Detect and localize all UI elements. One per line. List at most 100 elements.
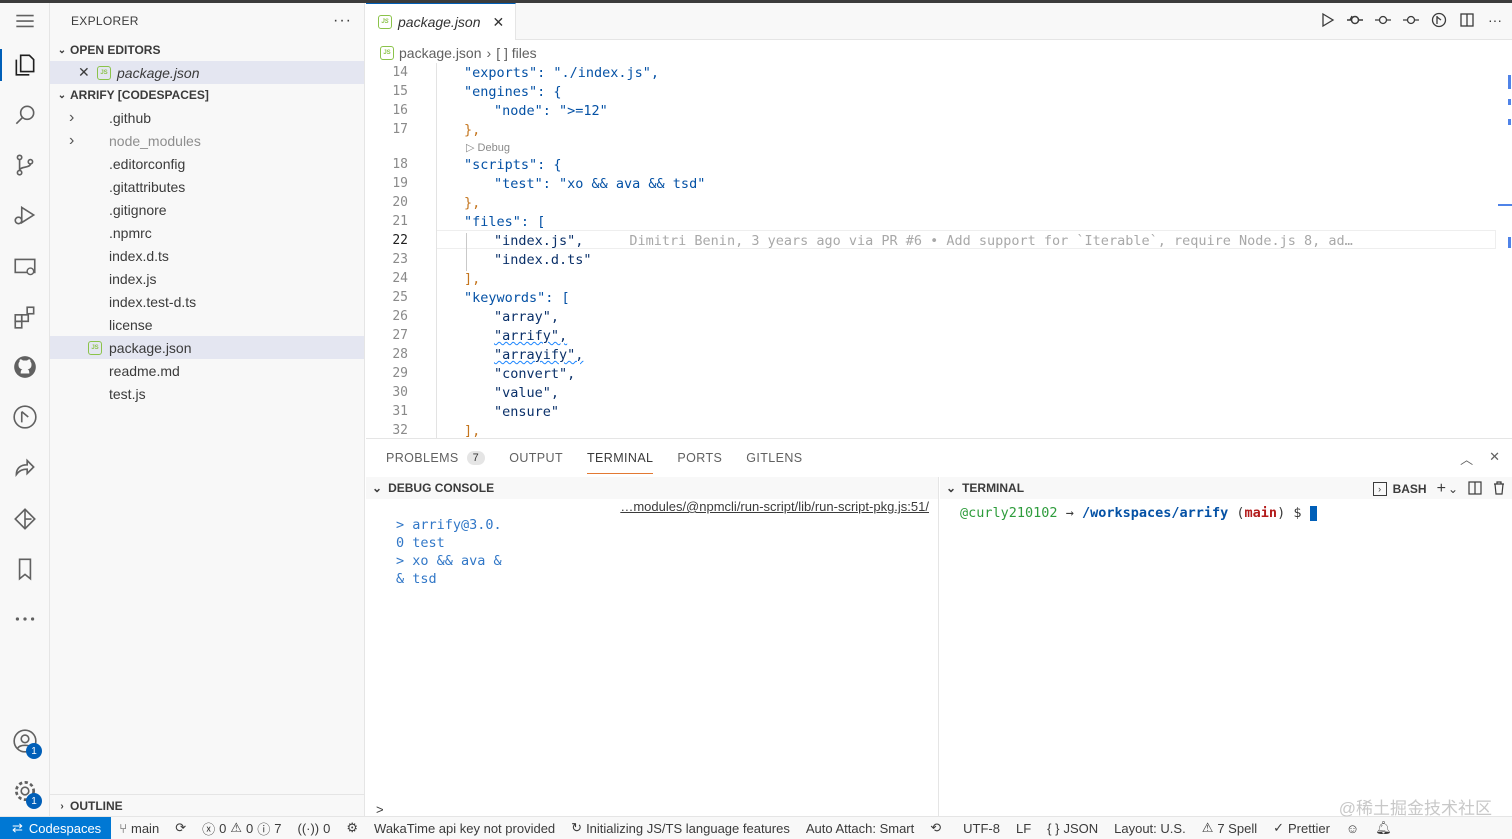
file-item[interactable]: .editorconfig — [50, 152, 364, 175]
terminal-shell-label[interactable]: BASH — [1393, 482, 1427, 496]
history-status[interactable]: ⟲ — [922, 820, 949, 836]
tree-item-label: index.js — [109, 270, 157, 287]
git-commit-icon[interactable] — [1346, 11, 1364, 29]
ports-status[interactable]: ((·)) 0 — [289, 821, 338, 836]
split-editor-icon[interactable] — [1458, 11, 1476, 29]
ts-status[interactable]: ↻ Initializing JS/TS language features — [563, 820, 798, 836]
explorer-sidebar: EXPLORER ··· ⌄ OPEN EDITORS ✕ JS package… — [50, 3, 365, 816]
open-editor-item[interactable]: ✕ JS package.json — [50, 61, 364, 84]
debug-source-link[interactable]: …modules/@npmcli/run-script/lib/run-scri… — [620, 499, 929, 514]
menu-icon[interactable] — [0, 3, 50, 39]
source-control-icon[interactable] — [0, 145, 50, 185]
gitlens-icon[interactable] — [0, 499, 50, 539]
warning-icon: ⚠ — [230, 820, 242, 835]
git-next-icon[interactable] — [1402, 11, 1420, 29]
eol-status[interactable]: LF — [1008, 821, 1039, 836]
debug-console-input[interactable]: > — [376, 802, 384, 817]
run-debug-icon[interactable] — [0, 195, 50, 235]
file-item[interactable]: index.d.ts — [50, 244, 364, 267]
keyboard-layout-status[interactable]: Layout: U.S. — [1106, 821, 1194, 836]
wakatime-status[interactable]: WakaTime api key not provided — [366, 821, 563, 836]
encoding-status[interactable]: UTF-8 — [955, 821, 1008, 836]
code-line: "value", — [494, 385, 559, 401]
debug-console-header[interactable]: ⌄ DEBUG CONSOLE — [366, 477, 938, 499]
trash-icon[interactable] — [1492, 480, 1506, 498]
tab-terminal[interactable]: TERMINAL — [587, 451, 654, 474]
problems-status[interactable]: ⓧ 0 ⚠ 0 ⓘ 7 — [194, 819, 289, 838]
terminal-cwd: /workspaces/arrify — [1081, 505, 1229, 521]
breadcrumb-file[interactable]: package.json — [399, 45, 482, 61]
run-icon[interactable] — [1318, 11, 1336, 29]
more-icon[interactable] — [0, 599, 50, 639]
loading-icon: ↻ — [571, 820, 583, 835]
file-item[interactable]: .gitattributes — [50, 175, 364, 198]
new-terminal-icon[interactable]: + — [1437, 480, 1446, 498]
code-line: "scripts": { — [464, 157, 562, 173]
open-editors-header[interactable]: ⌄ OPEN EDITORS — [50, 39, 364, 61]
prettier-status[interactable]: ✓ Prettier — [1265, 820, 1338, 836]
tree-item-label: .npmrc — [109, 224, 152, 241]
terminal-dropdown-icon[interactable]: ⌄ — [1448, 482, 1458, 496]
split-terminal-icon[interactable] — [1468, 480, 1482, 498]
search-icon[interactable] — [0, 95, 50, 135]
file-item[interactable]: .npmrc — [50, 221, 364, 244]
file-item[interactable]: test.js — [50, 382, 364, 405]
extensions-icon[interactable] — [0, 297, 50, 337]
tab-package-json[interactable]: JS package.json ✕ — [366, 3, 516, 40]
debug-codelens[interactable]: ▷ Debug — [466, 141, 510, 154]
more-actions-icon[interactable]: ··· — [333, 12, 352, 30]
branch-status[interactable]: ⑂ main — [111, 821, 167, 836]
remote-indicator[interactable]: ⇄ Codespaces — [0, 816, 112, 839]
language-status[interactable]: { } JSON — [1039, 821, 1106, 836]
file-tree: › .github › node_modules .editorconfig .gitat… — [50, 106, 364, 405]
pull-requests-icon[interactable] — [0, 397, 50, 437]
remote-explorer-icon[interactable] — [0, 247, 50, 287]
explorer-icon[interactable] — [0, 45, 50, 85]
file-item[interactable]: .gitignore — [50, 198, 364, 221]
manage-gear-icon[interactable]: 1 — [0, 771, 50, 811]
workspace-header[interactable]: ⌄ ARRIFY [CODESPACES] — [50, 84, 364, 106]
breadcrumb-symbol[interactable]: [ ] files — [496, 45, 536, 61]
close-panel-icon[interactable]: ✕ — [1489, 449, 1500, 468]
file-item[interactable]: license — [50, 313, 364, 336]
editor-actions: ··· — [1318, 11, 1504, 29]
code-text: "exports": "./index.js", — [464, 65, 660, 81]
github-icon[interactable] — [0, 347, 50, 387]
spell-status[interactable]: ⚠ 7 Spell — [1194, 820, 1265, 836]
sync-status[interactable]: ⟳ — [167, 820, 194, 836]
folder-item[interactable]: › node_modules — [50, 129, 364, 152]
debug-status[interactable]: ⚙ — [338, 820, 366, 836]
file-item[interactable]: readme.md — [50, 359, 364, 382]
close-tab-icon[interactable]: ✕ — [493, 14, 505, 31]
accounts-badge: 1 — [26, 743, 42, 759]
close-icon[interactable]: ✕ — [78, 64, 90, 81]
gitlens-compare-icon[interactable] — [1430, 11, 1448, 29]
tab-output[interactable]: OUTPUT — [509, 451, 563, 465]
code-line: ], — [464, 423, 480, 439]
line-number: 32 — [392, 423, 408, 438]
debug-output-line: & tsd — [396, 571, 437, 587]
file-item[interactable]: index.js — [50, 267, 364, 290]
chevron-right-icon: › — [69, 131, 75, 149]
maximize-panel-icon[interactable]: ︿ — [1460, 449, 1473, 468]
live-share-icon[interactable] — [0, 447, 50, 487]
git-previous-icon[interactable] — [1374, 11, 1392, 29]
notifications-status[interactable]: 🔔︎ — [1367, 820, 1400, 836]
terminal-actions: › BASH + ⌄ — [1372, 480, 1506, 498]
terminal-view[interactable]: ⌄ TERMINAL › BASH + ⌄ @curly210102 → /wo… — [940, 477, 1512, 817]
tab-problems[interactable]: PROBLEMS 7 — [386, 451, 486, 465]
tab-gitlens[interactable]: GITLENS — [746, 451, 802, 465]
language-label: JSON — [1063, 820, 1099, 836]
code-text: "keywords": [ — [464, 290, 570, 306]
file-item[interactable]: JS package.json — [50, 336, 364, 359]
auto-attach-status[interactable]: Auto Attach: Smart — [798, 821, 922, 836]
tab-ports[interactable]: PORTS — [677, 451, 722, 465]
accounts-icon[interactable]: 1 — [0, 721, 50, 761]
folder-item[interactable]: › .github — [50, 106, 364, 129]
bookmarks-icon[interactable] — [0, 549, 50, 589]
feedback-status[interactable]: ☺ — [1338, 821, 1367, 836]
more-icon[interactable]: ··· — [1486, 11, 1504, 29]
outline-section[interactable]: › OUTLINE — [50, 794, 365, 816]
file-item[interactable]: index.test-d.ts — [50, 290, 364, 313]
panel-actions: ︿ ✕ — [1460, 449, 1500, 468]
